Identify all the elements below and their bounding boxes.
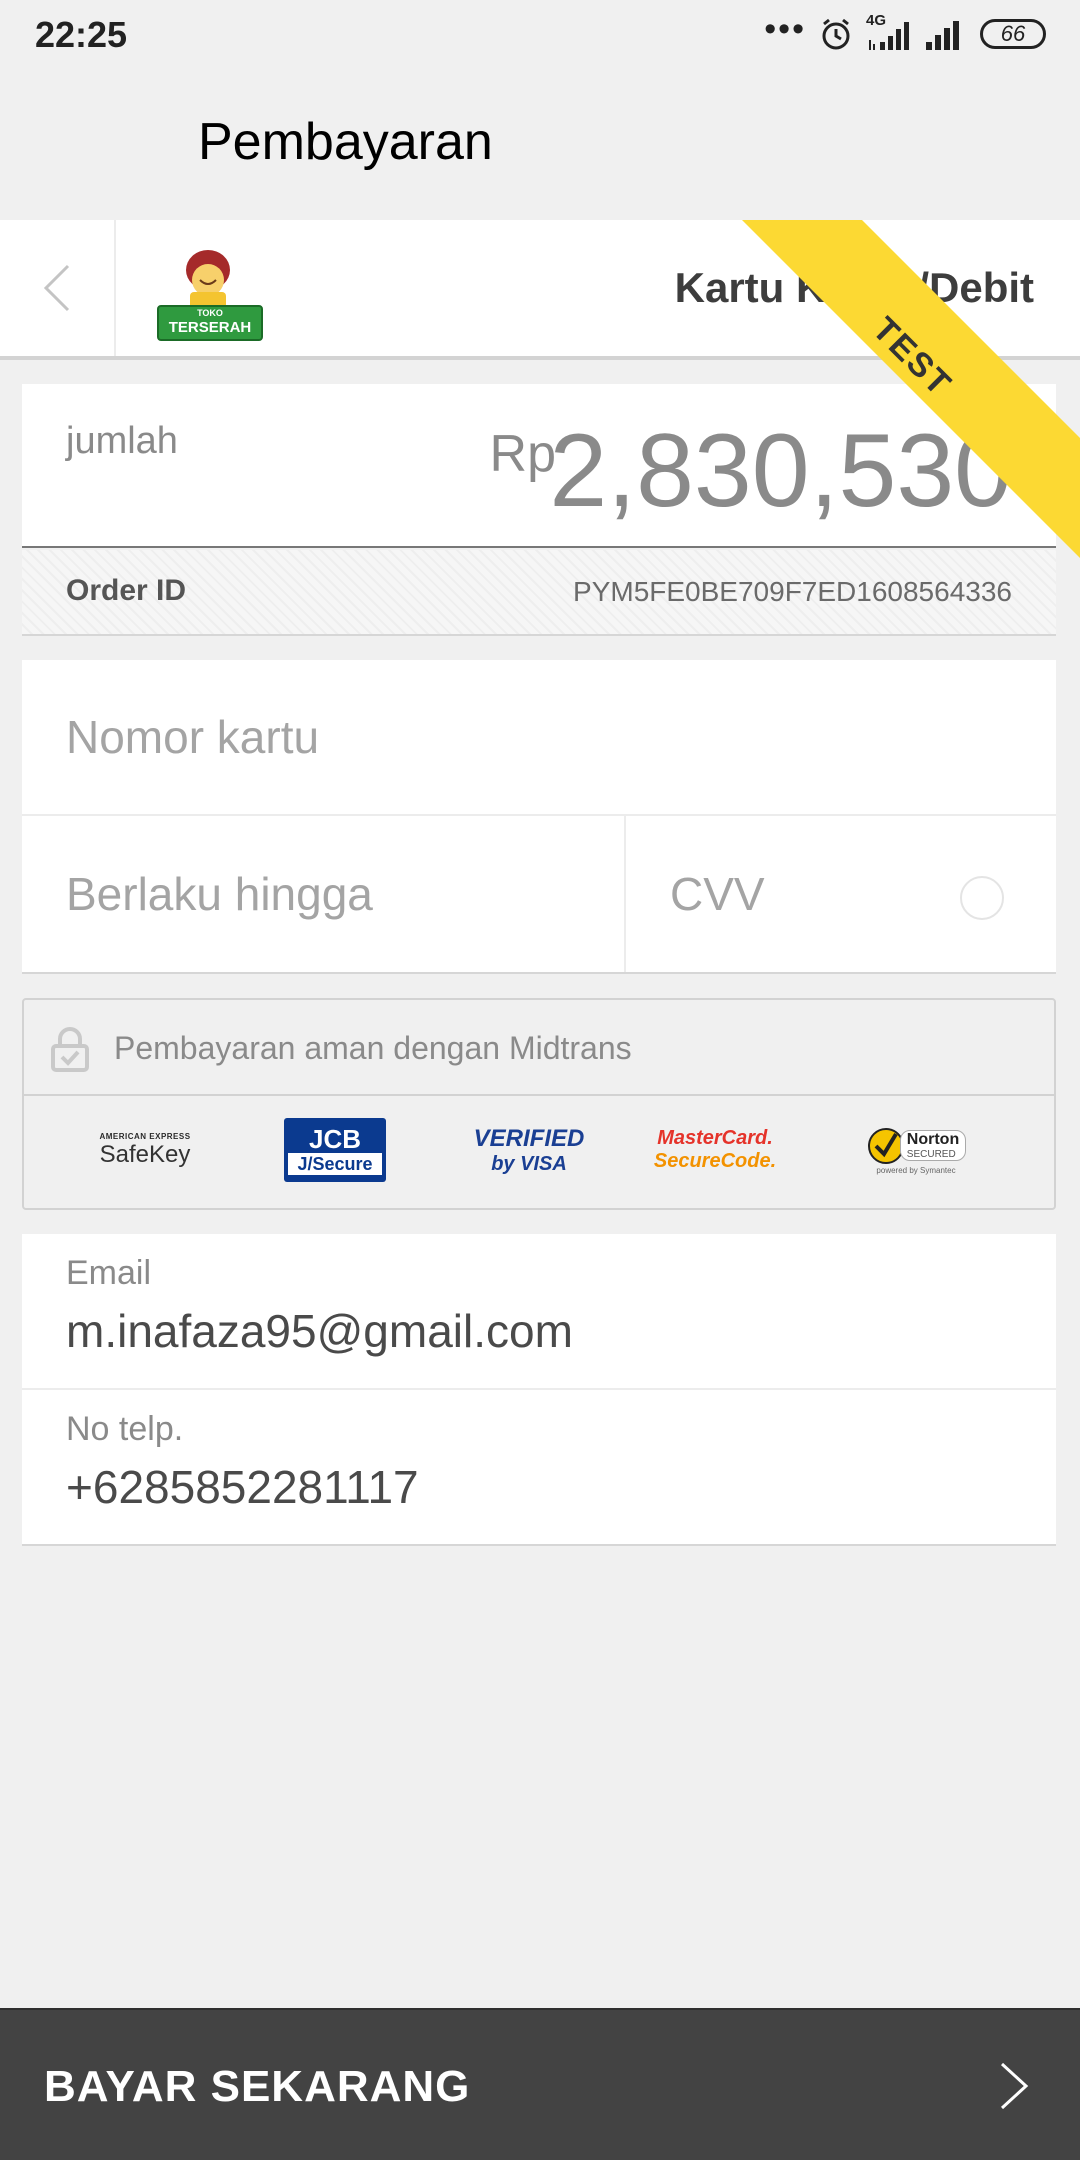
status-time: 22:25 <box>35 14 128 55</box>
battery-icon: 66 <box>980 19 1046 49</box>
more-notifications-icon: ••• <box>764 10 806 48</box>
amount-value: 2,830,530 <box>549 413 1012 529</box>
visa-bottom-text: by VISA <box>491 1152 567 1175</box>
signal-icon <box>926 21 959 50</box>
payment-method-title: Kartu Kredit/Debit <box>674 264 1034 311</box>
phone-field[interactable]: No telp. +6285852281117 <box>22 1390 1056 1546</box>
visa-top-text: VERIFIED <box>473 1124 585 1152</box>
lock-icon <box>51 1027 89 1072</box>
norton-main-text: Norton <box>906 1131 960 1148</box>
app-bar: Pembayaran <box>0 72 1080 220</box>
amount-card: jumlah Rp 2,830,530 <box>22 384 1056 548</box>
norton-sub-text: SECURED <box>906 1149 956 1160</box>
jcb-bottom-text: J/Secure <box>288 1153 382 1175</box>
merchant-logo: TOKO TERSERAH <box>150 244 270 344</box>
email-value[interactable]: m.inafaza95@gmail.com <box>66 1304 573 1358</box>
security-brands: AMERICAN EXPRESS SafeKey JCB J/Secure VE… <box>24 1098 1054 1210</box>
verified-by-visa-logo: VERIFIED by VISA <box>473 1118 585 1182</box>
card-form <box>22 660 1056 974</box>
norton-secured-logo: Norton SECURED powered by Symantec <box>860 1118 972 1182</box>
mc-bottom-text: SecureCode. <box>653 1150 777 1172</box>
email-label: Email <box>66 1254 152 1292</box>
alarm-icon <box>822 18 850 50</box>
order-id-row: Order ID PYM5FE0BE709F7ED1608564336 <box>22 550 1056 636</box>
status-icons: ••• 4G 66 <box>764 10 1046 54</box>
amex-safekey-logo: AMERICAN EXPRESS SafeKey <box>90 1118 200 1182</box>
security-header: Pembayaran aman dengan Midtrans <box>24 1000 1054 1096</box>
amex-main-text: SafeKey <box>99 1140 191 1168</box>
phone-label: No telp. <box>66 1410 184 1448</box>
amount-currency: Rp <box>489 425 556 483</box>
logo-name: TERSERAH <box>168 319 252 336</box>
phone-value[interactable]: +6285852281117 <box>66 1460 419 1514</box>
order-id-value: PYM5FE0BE709F7ED1608564336 <box>573 576 1012 607</box>
expiry-input[interactable] <box>22 816 626 972</box>
jcb-jsecure-logo: JCB J/Secure <box>284 1118 386 1182</box>
pay-now-label: BAYAR SEKARANG <box>44 2062 471 2111</box>
mc-top-text: MasterCard. <box>657 1127 773 1149</box>
merchant-header: TOKO TERSERAH Kartu Kredit/Debit <box>0 220 1080 360</box>
signal-4g-icon: 4G <box>866 12 912 54</box>
mastercard-securecode-logo: MasterCard. SecureCode. <box>654 1118 776 1182</box>
amex-top-text: AMERICAN EXPRESS <box>99 1131 191 1141</box>
card-number-input[interactable] <box>22 660 1056 816</box>
order-id-label: Order ID <box>66 574 187 607</box>
contact-card: Email m.inafaza95@gmail.com No telp. +62… <box>22 1234 1056 1546</box>
page-title: Pembayaran <box>198 113 493 171</box>
amount-label: jumlah <box>66 420 178 462</box>
logo-top-text: TOKO <box>197 308 223 318</box>
cvv-info-icon[interactable] <box>960 876 1004 920</box>
back-button[interactable] <box>0 220 116 356</box>
email-field[interactable]: Email m.inafaza95@gmail.com <box>22 1234 1056 1390</box>
security-text: Pembayaran aman dengan Midtrans <box>114 1030 632 1066</box>
chevron-left-icon <box>43 264 70 312</box>
security-info: Pembayaran aman dengan Midtrans AMERICAN… <box>22 998 1056 1210</box>
jcb-top-text: JCB <box>308 1124 361 1154</box>
status-bar: 22:25 ••• 4G 66 <box>0 0 1080 72</box>
norton-foot-text: powered by Symantec <box>876 1165 956 1175</box>
chevron-right-icon <box>1000 2062 1029 2110</box>
pay-now-button[interactable]: BAYAR SEKARANG <box>0 2008 1080 2160</box>
